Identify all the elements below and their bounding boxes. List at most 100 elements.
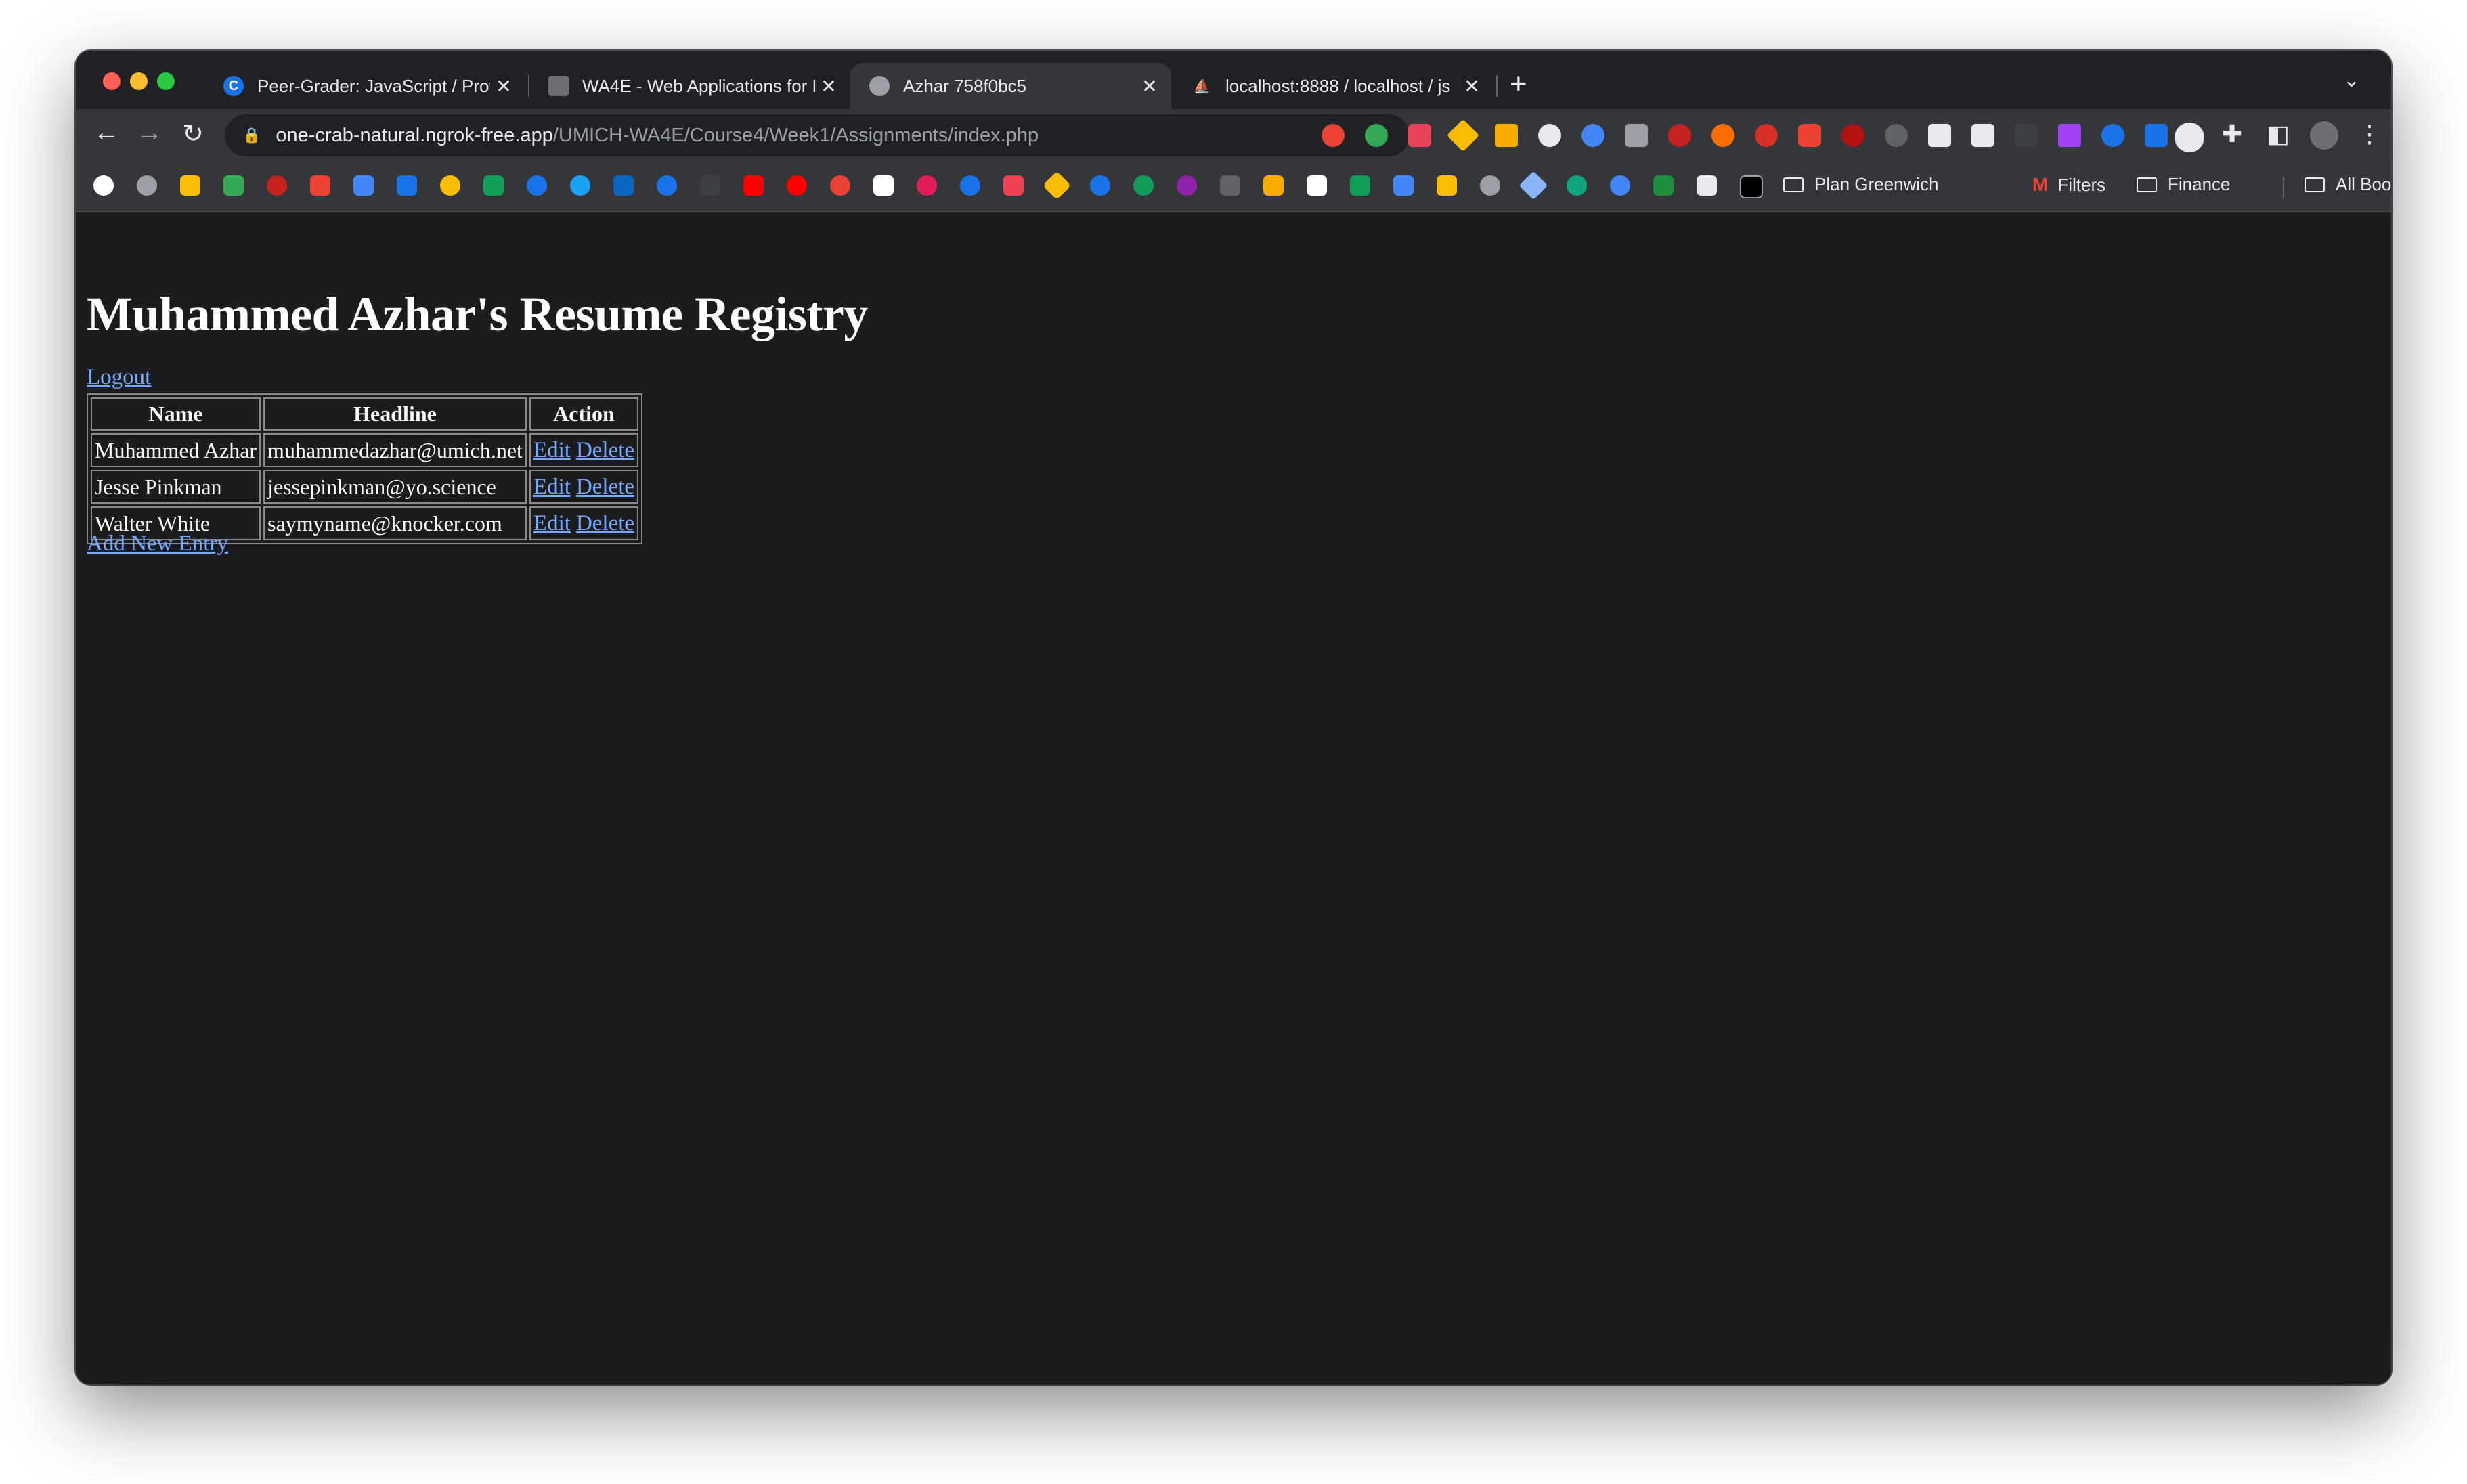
bookmark-icon[interactable] <box>1263 175 1284 196</box>
close-tab-icon[interactable]: ✕ <box>1136 75 1163 97</box>
linkedin-icon[interactable] <box>613 175 634 196</box>
back-button[interactable]: ← <box>89 118 123 148</box>
drive-icon[interactable] <box>223 175 244 196</box>
close-tab-icon[interactable]: ✕ <box>1458 75 1485 97</box>
bookmark-icon[interactable] <box>1697 175 1717 196</box>
calendar-icon[interactable] <box>397 175 417 196</box>
close-window-button[interactable] <box>103 72 121 90</box>
extension-icon[interactable] <box>1446 118 1480 152</box>
bookmark-filters[interactable]: M Filters <box>2032 174 2105 196</box>
delete-link[interactable]: Delete <box>576 438 634 462</box>
pocket-icon[interactable] <box>1408 124 1431 147</box>
bookmark-icon[interactable] <box>1133 175 1154 196</box>
extension-icon[interactable] <box>1538 124 1561 147</box>
bookmark-icon[interactable] <box>1610 175 1630 196</box>
youtube-music-icon[interactable] <box>787 175 807 196</box>
bookmark-folder-plan-greenwich[interactable]: Plan Greenwich <box>1783 174 1939 195</box>
globe-icon[interactable] <box>1480 175 1500 196</box>
extension-icon[interactable] <box>2145 124 2168 147</box>
gemini-icon[interactable] <box>1519 171 1548 200</box>
pocket-icon[interactable] <box>1003 175 1024 196</box>
bookmark-icon[interactable] <box>527 175 547 196</box>
edit-link[interactable]: Edit <box>533 475 571 499</box>
youtube-icon[interactable] <box>743 175 764 196</box>
extension-icon[interactable] <box>1365 124 1388 147</box>
sheets-icon[interactable] <box>1350 175 1370 196</box>
extension-icon[interactable] <box>2058 124 2081 147</box>
forward-button[interactable]: → <box>133 118 167 148</box>
tab-localhost[interactable]: ⛵ localhost:8888 / localhost / js ✕ <box>1173 63 1493 109</box>
gmail-icon[interactable] <box>310 175 330 196</box>
tab-peer-grader[interactable]: C Peer-Grader: JavaScript / Prof ✕ <box>204 63 525 109</box>
add-new-entry-link[interactable]: Add New Entry <box>87 531 228 556</box>
bookmark-folder-finance[interactable]: Finance <box>2137 174 2231 195</box>
notion-icon[interactable] <box>1971 124 1994 147</box>
globe-icon <box>869 76 890 96</box>
tab-wa4e[interactable]: WA4E - Web Applications for E ✕ <box>529 63 850 109</box>
bookmark-icon[interactable] <box>1042 171 1072 200</box>
bookmark-icon[interactable] <box>830 175 850 196</box>
lock-icon[interactable]: 🔒 <box>242 127 261 144</box>
zoom-window-button[interactable] <box>157 72 175 90</box>
url-text[interactable]: one-crab-natural.ngrok-free.app/UMICH-WA… <box>276 125 1324 147</box>
extension-icon[interactable] <box>1885 124 1908 147</box>
highlighter-icon[interactable] <box>1495 124 1518 147</box>
bookmark-icon[interactable] <box>353 175 374 196</box>
extension-icon[interactable] <box>1841 124 1864 147</box>
extension-icon[interactable] <box>1711 124 1734 147</box>
side-panel-icon[interactable]: ◧ <box>2267 120 2290 148</box>
extensions-puzzle-icon[interactable]: ✚ <box>2222 120 2242 148</box>
delete-link[interactable]: Delete <box>576 475 634 499</box>
slack-icon[interactable] <box>917 175 937 196</box>
bookmark-icon[interactable] <box>1177 175 1197 196</box>
new-tab-button[interactable]: + <box>1510 67 1527 101</box>
close-tab-icon[interactable]: ✕ <box>490 75 517 97</box>
extension-icon[interactable] <box>1755 124 1778 147</box>
edit-link[interactable]: Edit <box>533 511 571 536</box>
bookmark-icon[interactable] <box>657 175 677 196</box>
wikipedia-icon[interactable] <box>1307 175 1327 196</box>
url-host: one-crab-natural.ngrok-free.app <box>276 124 553 146</box>
cloud-icon[interactable] <box>440 175 460 196</box>
bookmark-icon[interactable] <box>700 175 720 196</box>
cell-headline: jessepinkman@yo.science <box>263 470 527 504</box>
logout-link[interactable]: Logout <box>87 365 151 390</box>
meet-icon[interactable] <box>483 175 504 196</box>
extension-icon[interactable] <box>1928 124 1951 147</box>
delete-link[interactable]: Delete <box>576 511 634 536</box>
bookmark-icon[interactable] <box>1740 175 1763 198</box>
reload-button[interactable]: ↻ <box>176 118 210 149</box>
docs-icon[interactable] <box>1393 175 1414 196</box>
bookmark-icon[interactable] <box>1653 175 1674 196</box>
slides-icon[interactable] <box>1437 175 1457 196</box>
all-bookmarks-button[interactable]: All Bookmarks <box>2305 174 2391 195</box>
extension-icon[interactable] <box>1322 124 1345 147</box>
google-icon[interactable] <box>93 175 114 196</box>
profile-avatar[interactable] <box>2175 123 2204 152</box>
minimize-window-button[interactable] <box>130 72 148 90</box>
address-bar[interactable]: 🔒 one-crab-natural.ngrok-free.app/UMICH-… <box>225 114 1410 156</box>
close-tab-icon[interactable]: ✕ <box>815 75 842 97</box>
apple-icon[interactable] <box>137 175 157 196</box>
extension-icon[interactable] <box>1625 124 1648 147</box>
extension-icon[interactable] <box>2015 124 2038 147</box>
shazam-icon[interactable] <box>2101 124 2124 147</box>
gmail-icon[interactable] <box>267 175 287 196</box>
bookmark-icon[interactable] <box>960 175 980 196</box>
extension-icon[interactable] <box>1581 124 1604 147</box>
tab-search-chevron-icon[interactable]: ⌄ <box>2343 68 2360 92</box>
coursera-icon[interactable] <box>1090 175 1110 196</box>
photos-icon[interactable] <box>180 175 200 196</box>
extension-icon[interactable] <box>1798 124 1821 147</box>
menu-kebab-icon[interactable]: ⋮ <box>2357 120 2382 148</box>
tab-azhar[interactable]: Azhar 758f0bc5 ✕ <box>850 63 1171 109</box>
user-avatar[interactable] <box>2310 121 2338 150</box>
amazon-icon[interactable] <box>873 175 894 196</box>
chatgpt-icon[interactable] <box>1567 175 1587 196</box>
page-content: Muhammed Azhar's Resume Registry Logout … <box>76 212 2391 1384</box>
twitter-icon[interactable] <box>570 175 590 196</box>
edx-icon[interactable] <box>1220 175 1240 196</box>
edit-link[interactable]: Edit <box>533 438 571 462</box>
cell-name: Muhammed Azhar <box>91 433 261 467</box>
extension-icon[interactable] <box>1668 124 1691 147</box>
